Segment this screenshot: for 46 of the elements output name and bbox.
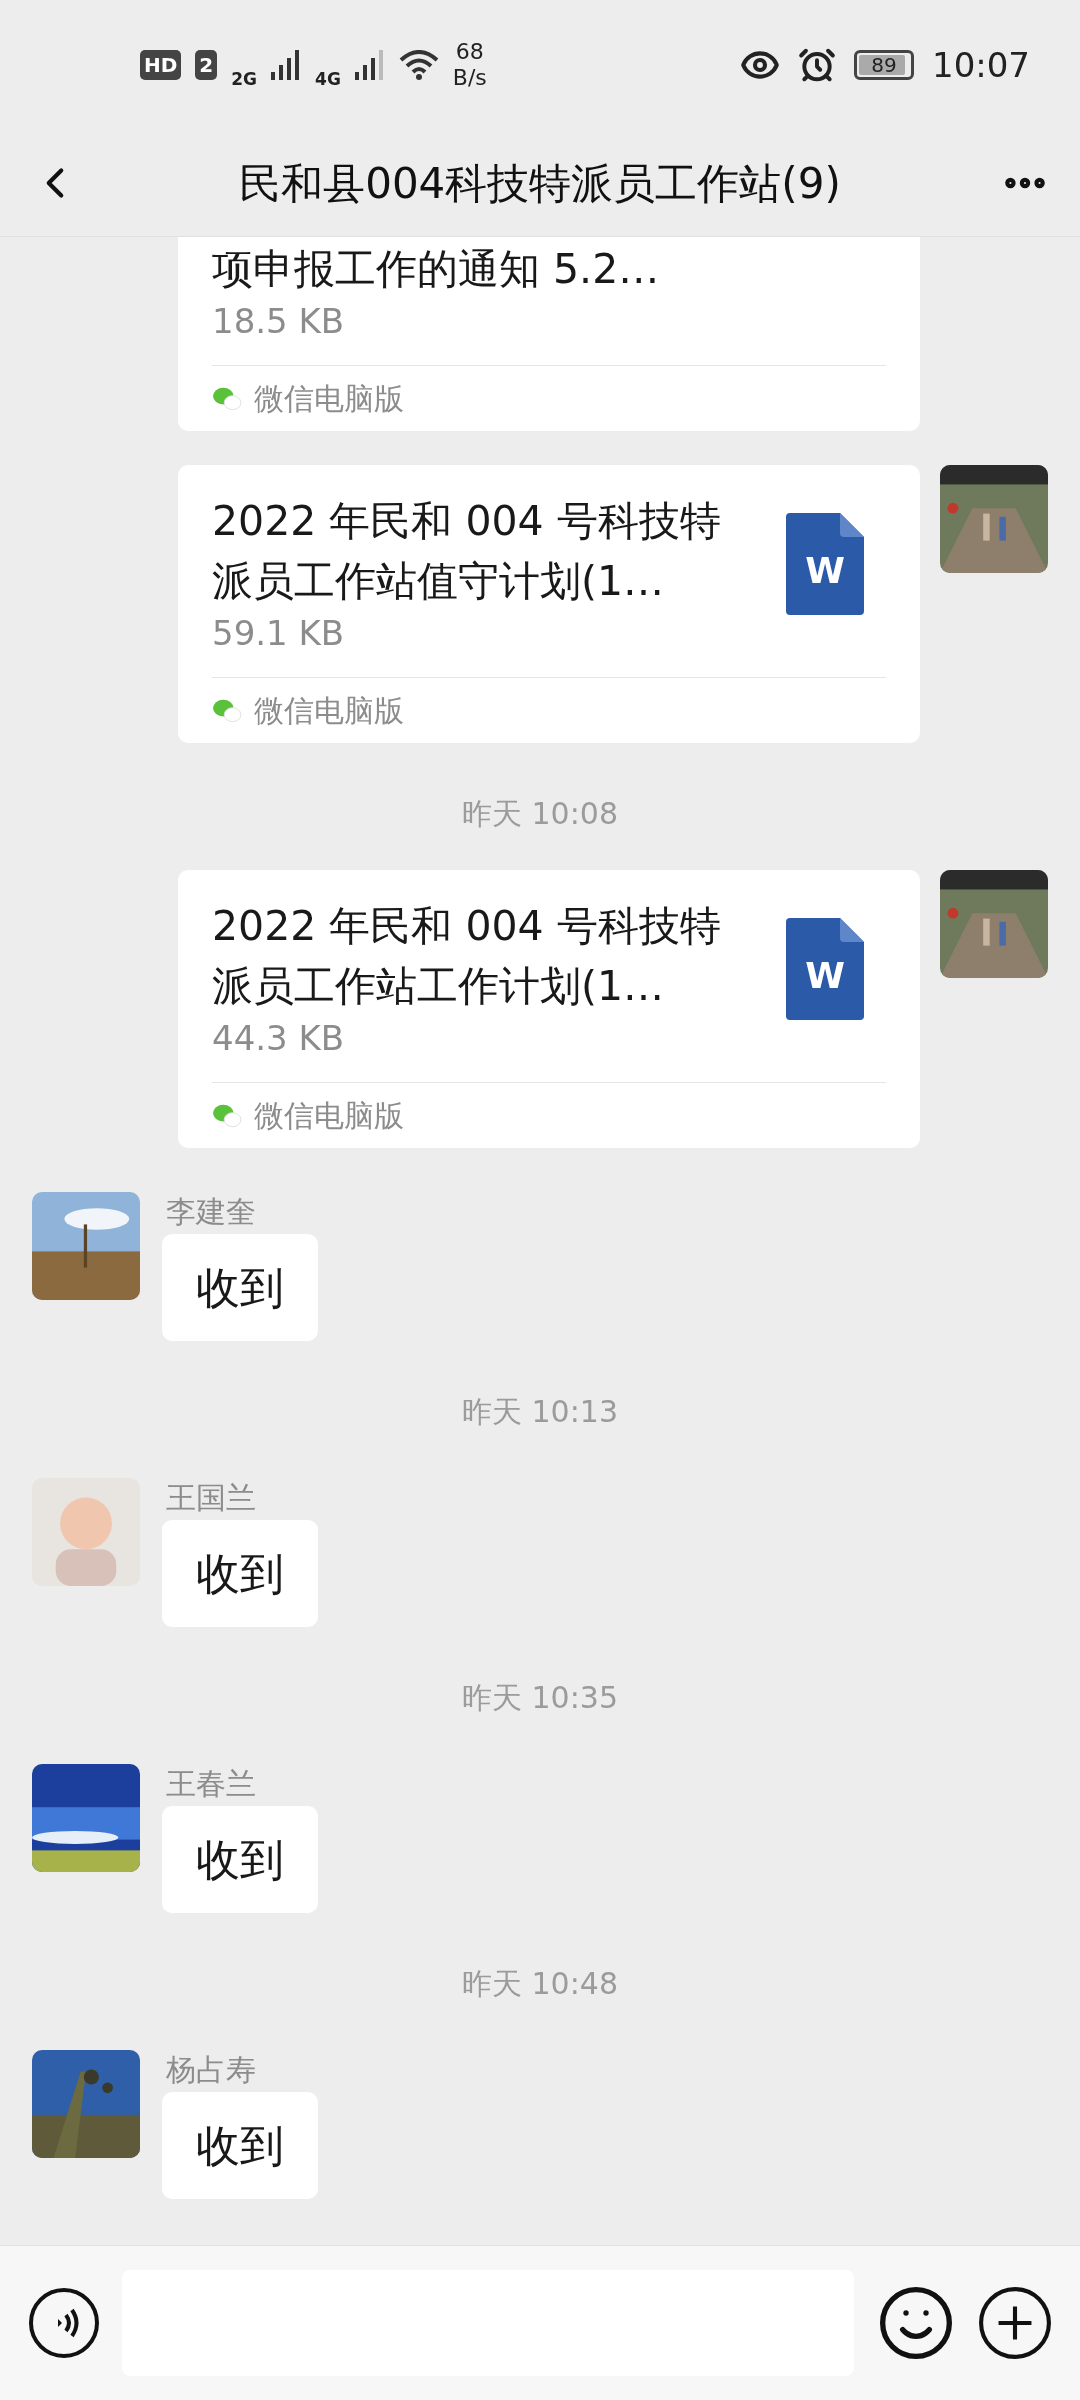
file-source: 微信电脑版 bbox=[254, 1097, 404, 1135]
chat-bubbles-icon bbox=[212, 697, 242, 724]
timestamp: 昨天 10:13 bbox=[462, 1393, 618, 1431]
network-speed: 68 bbox=[455, 39, 484, 65]
chat-bubbles-icon bbox=[212, 385, 242, 412]
word-file-icon: W bbox=[786, 918, 864, 1020]
sender-name: 李建奎 bbox=[166, 1193, 257, 1231]
timestamp: 昨天 10:35 bbox=[462, 1679, 618, 1717]
network-label: 4G bbox=[315, 68, 341, 92]
sim-badge: 2 bbox=[195, 50, 218, 80]
word-file-icon: W bbox=[786, 513, 864, 615]
file-size: 59.1 KB bbox=[212, 612, 346, 655]
file-name: 项申报工作的通知 5.2… bbox=[212, 244, 660, 295]
signal-icon bbox=[354, 50, 385, 80]
sender-name: 王春兰 bbox=[166, 1765, 257, 1803]
text-message-bubble[interactable]: 收到 bbox=[162, 2092, 318, 2199]
sender-name: 王国兰 bbox=[166, 1479, 257, 1517]
battery-icon: 89 bbox=[854, 50, 914, 80]
file-source: 微信电脑版 bbox=[254, 692, 404, 730]
alarm-icon bbox=[798, 46, 836, 84]
sender-name: 杨占寿 bbox=[166, 2051, 257, 2089]
chat-bubbles-icon bbox=[212, 1102, 242, 1129]
file-message-card[interactable]: 2022 年民和 004 号科技特 派员工作站值守计划(1… 59.1 KB W 微信电脑版 bbox=[178, 465, 920, 743]
clock: 10:07 bbox=[932, 43, 1030, 87]
network-label: 2G bbox=[231, 68, 258, 92]
chat-title: 民和县004科技特派员工作站(9) bbox=[239, 157, 841, 210]
file-name: 2022 年民和 004 号科技特 bbox=[212, 496, 721, 547]
timestamp: 昨天 10:08 bbox=[462, 795, 618, 833]
file-message-card[interactable]: 2022 年民和 004 号科技特 派员工作站工作计划(1… 44.3 KB W 微信电脑版 bbox=[178, 870, 920, 1148]
voice-button[interactable] bbox=[28, 2287, 100, 2359]
plus-button[interactable] bbox=[978, 2286, 1052, 2360]
file-size: 44.3 KB bbox=[212, 1017, 346, 1060]
timestamp: 昨天 10:48 bbox=[462, 1965, 618, 2003]
text-message-bubble[interactable]: 收到 bbox=[162, 1520, 318, 1627]
text-message-bubble[interactable]: 收到 bbox=[162, 1806, 318, 1913]
file-name: 派员工作站值守计划(1… bbox=[212, 556, 666, 607]
file-name: 2022 年民和 004 号科技特 bbox=[212, 901, 721, 952]
hd-badge: HD bbox=[140, 50, 182, 80]
text-message-bubble[interactable]: 收到 bbox=[162, 1234, 318, 1341]
wifi-icon bbox=[398, 50, 439, 80]
signal-icon bbox=[271, 50, 302, 80]
file-name: 派员工作站工作计划(1… bbox=[212, 961, 666, 1012]
file-message-card[interactable]: 项申报工作的通知 5.2… 18.5 KB 微信电脑版 bbox=[178, 237, 920, 431]
file-source: 微信电脑版 bbox=[254, 380, 404, 418]
network-speed-unit: B/s bbox=[452, 65, 487, 91]
file-size: 18.5 KB bbox=[212, 300, 346, 343]
